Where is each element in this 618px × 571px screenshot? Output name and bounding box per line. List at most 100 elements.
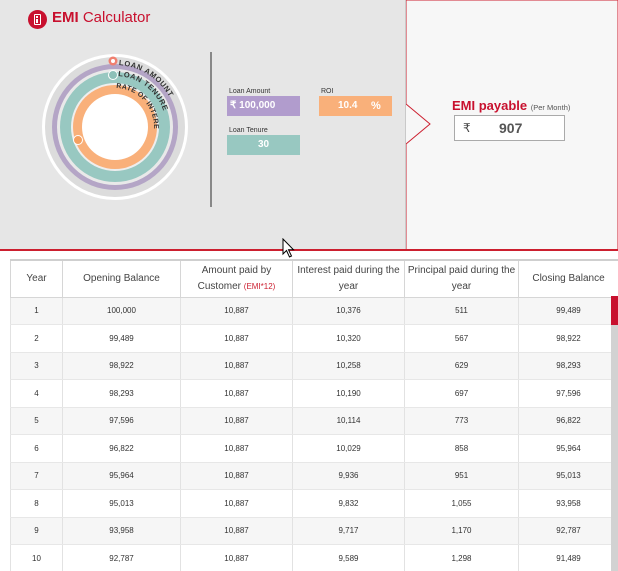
table-row: 2 99,489 10,887 10,320 567 98,922 [10, 324, 618, 353]
table-cell: 511 [404, 297, 519, 325]
amortization-table: Year Opening Balance Amount paid by Cust… [10, 259, 618, 571]
table-cell: 951 [404, 462, 519, 490]
table-cell: 10,887 [180, 379, 293, 408]
table-cell: 10,887 [180, 462, 293, 490]
roi-input[interactable]: 10.4 % [319, 96, 392, 116]
table-cell: 10,887 [180, 434, 293, 463]
percent-icon: % [371, 100, 381, 112]
table-cell: 10,376 [292, 297, 405, 325]
table-cell: 10,887 [180, 352, 293, 380]
table-cell: 9,832 [292, 489, 405, 518]
table-cell: 10,320 [292, 324, 405, 353]
table-header-row: Year Opening Balance Amount paid by Cust… [10, 259, 618, 298]
header-amount-paid: Amount paid by Customer (EMI*12) [180, 259, 293, 298]
table-cell: 95,013 [62, 489, 181, 518]
table-cell: 10,887 [180, 407, 293, 435]
header-opening-balance: Opening Balance [62, 259, 181, 298]
table-cell: 2 [10, 324, 63, 353]
table-cell: 10,258 [292, 352, 405, 380]
loan-amount-input[interactable]: ₹ 100,000 [227, 96, 300, 116]
table-cell: 10,887 [180, 297, 293, 325]
table-cell: 858 [404, 434, 519, 463]
table-row: 9 93,958 10,887 9,717 1,170 92,787 [10, 517, 618, 545]
table-cell: 96,822 [62, 434, 181, 463]
table-cell: 10,887 [180, 324, 293, 353]
table-cell: 98,293 [62, 379, 181, 408]
table-cell: 697 [404, 379, 519, 408]
table-cell: 4 [10, 379, 63, 408]
table-row: 3 98,922 10,887 10,258 629 98,293 [10, 352, 618, 380]
table-cell: 10 [10, 544, 63, 571]
table-cell: 95,013 [518, 462, 618, 490]
vertical-divider [210, 52, 212, 207]
table-row: 5 97,596 10,887 10,114 773 96,822 [10, 407, 618, 435]
emi-payable-title: EMI payable (Per Month) [452, 98, 571, 113]
table-cell: 567 [404, 324, 519, 353]
emi-value: 907 [499, 120, 523, 136]
table-cell: 5 [10, 407, 63, 435]
table-cell: 1,298 [404, 544, 519, 571]
emi-result-box: ₹ 907 [454, 115, 565, 141]
table-cell: 10,114 [292, 407, 405, 435]
header-principal-paid: Principal paid during the year [404, 259, 519, 298]
header-closing-balance: Closing Balance [518, 259, 618, 298]
table-row: 4 98,293 10,887 10,190 697 97,596 [10, 379, 618, 408]
header-amount-paid-note: (EMI*12) [243, 281, 276, 291]
scrollbar-thumb[interactable] [611, 296, 618, 325]
table-cell: 9,936 [292, 462, 405, 490]
roi-value: 10.4 [338, 100, 358, 111]
table-cell: 10,887 [180, 489, 293, 518]
emi-payable-subtitle: (Per Month) [530, 103, 571, 112]
table-cell: 10,887 [180, 544, 293, 571]
table-row: 7 95,964 10,887 9,936 951 95,013 [10, 462, 618, 490]
table-cell: 629 [404, 352, 519, 380]
table-cell: 91,489 [518, 544, 618, 571]
app-title: EMI Calculator [52, 9, 151, 26]
table-cell: 95,964 [518, 434, 618, 463]
table-cell: 92,787 [518, 517, 618, 545]
header-year: Year [10, 259, 63, 298]
loan-dial[interactable]: LOAN AMOUNT LOAN TENURE RATE OF INTEREST [40, 52, 190, 202]
table-cell: 1,170 [404, 517, 519, 545]
table-cell: 96,822 [518, 407, 618, 435]
table-cell: 1,055 [404, 489, 519, 518]
table-cell: 10,029 [292, 434, 405, 463]
table-cell: 98,293 [518, 352, 618, 380]
rate-of-interest-handle-icon[interactable] [73, 135, 83, 145]
table-cell: 98,922 [62, 352, 181, 380]
table-row: 8 95,013 10,887 9,832 1,055 93,958 [10, 489, 618, 518]
mouse-cursor-icon [282, 238, 295, 258]
table-scrollbar[interactable] [611, 296, 618, 571]
table-cell: 6 [10, 434, 63, 463]
loan-amount-handle-icon[interactable] [108, 56, 118, 66]
table-cell: 97,596 [518, 379, 618, 408]
loan-tenure-handle-icon[interactable] [108, 70, 118, 80]
table-cell: 99,489 [62, 324, 181, 353]
table-cell: 1 [10, 297, 63, 325]
table-cell: 9 [10, 517, 63, 545]
table-row: 1 100,000 10,887 10,376 511 99,489 [10, 297, 618, 325]
header-interest-paid: Interest paid during the year [292, 259, 405, 298]
table-row: 10 92,787 10,887 9,589 1,298 91,489 [10, 544, 618, 571]
loan-tenure-input[interactable]: 30 [227, 135, 300, 155]
panel-divider-line [0, 249, 618, 251]
table-cell: 7 [10, 462, 63, 490]
table-cell: 8 [10, 489, 63, 518]
table-cell: 10,190 [292, 379, 405, 408]
table-row: 6 96,822 10,887 10,029 858 95,964 [10, 434, 618, 463]
table-cell: 97,596 [62, 407, 181, 435]
loan-amount-label: Loan Amount [229, 88, 271, 95]
table-cell: 92,787 [62, 544, 181, 571]
table-cell: 9,589 [292, 544, 405, 571]
table-cell: 98,922 [518, 324, 618, 353]
table-cell: 93,958 [62, 517, 181, 545]
table-cell: 99,489 [518, 297, 618, 325]
table-cell: 773 [404, 407, 519, 435]
table-cell: 3 [10, 352, 63, 380]
table-cell: 9,717 [292, 517, 405, 545]
roi-label: ROI [321, 88, 334, 95]
rupee-icon: ₹ [463, 121, 471, 135]
table-cell: 93,958 [518, 489, 618, 518]
table-cell: 10,887 [180, 517, 293, 545]
table-cell: 100,000 [62, 297, 181, 325]
